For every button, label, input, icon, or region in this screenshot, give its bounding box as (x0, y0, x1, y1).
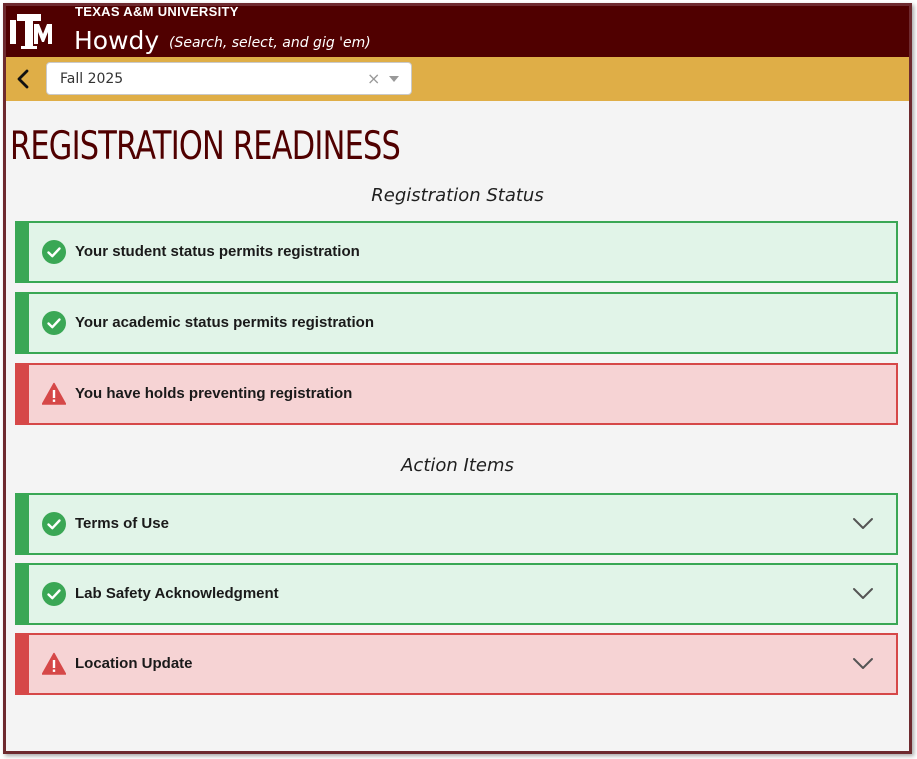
chevron-down-icon[interactable] (852, 657, 874, 671)
university-name: TEXAS A&M UNIVERSITY (75, 4, 239, 19)
action-items-heading: Action Items (401, 455, 514, 476)
warning-triangle-icon (42, 652, 66, 675)
status-item-holds: You have holds preventing registration (15, 363, 898, 425)
clear-icon[interactable]: × (367, 69, 380, 88)
check-circle-icon (42, 582, 66, 606)
action-item-location-update[interactable]: Location Update (15, 633, 898, 695)
warning-triangle-icon (42, 382, 66, 405)
chevron-down-icon[interactable] (852, 587, 874, 601)
action-item-label: Lab Safety Acknowledgment (75, 585, 279, 602)
check-circle-icon (42, 512, 66, 536)
status-item-label: Your student status permits registration (75, 243, 360, 260)
action-item-label: Terms of Use (75, 515, 169, 532)
term-select[interactable]: Fall 2025 × (46, 62, 412, 95)
action-item-terms-of-use[interactable]: Terms of Use (15, 493, 898, 555)
registration-status-heading: Registration Status (371, 185, 544, 206)
status-item-label: You have holds preventing registration (75, 385, 353, 402)
check-circle-icon (42, 311, 66, 335)
action-item-label: Location Update (75, 655, 193, 672)
status-item-label: Your academic status permits registratio… (75, 314, 374, 331)
chevron-left-icon (17, 69, 29, 89)
back-button[interactable] (11, 65, 35, 93)
app-name[interactable]: Howdy (74, 26, 159, 55)
check-circle-icon (42, 240, 66, 264)
tamu-logo-icon[interactable] (8, 10, 52, 52)
page-title: REGISTRATION READINESS (10, 124, 401, 169)
status-item-student: Your student status permits registration (15, 221, 898, 283)
chevron-down-icon[interactable] (852, 517, 874, 531)
chevron-down-icon[interactable] (389, 76, 399, 82)
status-item-academic: Your academic status permits registratio… (15, 292, 898, 354)
term-bar: Fall 2025 × (6, 57, 909, 101)
top-header: TEXAS A&M UNIVERSITY Howdy (Search, sele… (6, 6, 909, 57)
action-item-lab-safety[interactable]: Lab Safety Acknowledgment (15, 563, 898, 625)
app-tagline: (Search, select, and gig 'em) (169, 35, 371, 51)
term-select-value: Fall 2025 (60, 71, 124, 87)
app-window: TEXAS A&M UNIVERSITY Howdy (Search, sele… (3, 3, 912, 754)
